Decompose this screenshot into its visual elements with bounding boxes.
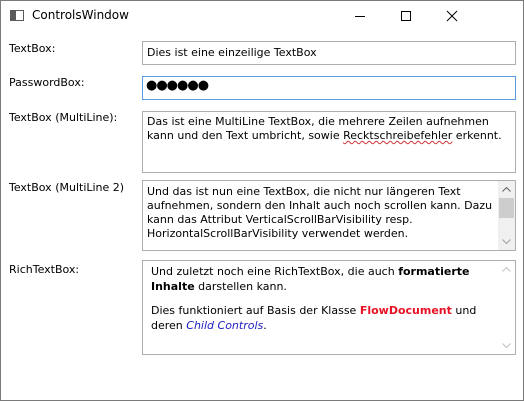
scroll-up-button[interactable] xyxy=(498,181,515,198)
red-bold-text: FlowDocument xyxy=(359,304,452,317)
textbox-label: TextBox: xyxy=(9,42,56,55)
rich-text-4: . xyxy=(263,319,267,332)
chevron-up-icon xyxy=(502,187,511,192)
password-mask: ●●●●●● xyxy=(146,78,209,93)
window-title: ControlsWindow xyxy=(32,8,129,22)
rich-text-end: darstellen kann. xyxy=(194,280,287,293)
minimize-icon xyxy=(355,16,365,17)
multiline-label: TextBox (MultiLine): xyxy=(9,111,118,124)
minimize-button[interactable] xyxy=(337,1,383,31)
italic-link-text: Child Controls xyxy=(186,319,264,332)
rich-paragraph-2: Dies funktioniert auf Basis der Klasse F… xyxy=(143,303,515,333)
title-bar[interactable]: ControlsWindow xyxy=(1,1,523,31)
close-button[interactable] xyxy=(429,1,475,31)
multiline-text-end: erkennt. xyxy=(452,129,502,142)
rich-scroll-down-button[interactable] xyxy=(498,337,515,354)
rich-text-2: Dies funktioniert auf Basis der Klasse xyxy=(151,304,360,317)
controls-window: ControlsWindow TextBox: Dies ist eine ei… xyxy=(0,0,524,401)
maximize-button[interactable] xyxy=(383,1,429,31)
rich-text: Und zuletzt noch eine RichTextBox, die a… xyxy=(151,265,399,278)
multiline2-label: TextBox (MultiLine 2) xyxy=(9,181,125,194)
scroll-thumb[interactable] xyxy=(499,198,514,218)
multiline-textbox[interactable]: Das ist eine MultiLine TextBox, die mehr… xyxy=(142,111,516,173)
passwordbox-label: PasswordBox: xyxy=(9,76,85,89)
rich-scroll-up-button[interactable] xyxy=(498,261,515,278)
richtextbox-label: RichTextBox: xyxy=(9,263,80,276)
window-content: TextBox: Dies ist eine einzeilige TextBo… xyxy=(1,31,523,400)
richtextbox[interactable]: Und zuletzt noch eine RichTextBox, die a… xyxy=(142,260,516,355)
window-icon xyxy=(10,10,24,21)
rich-paragraph-1: Und zuletzt noch eine RichTextBox, die a… xyxy=(143,264,515,294)
maximize-icon xyxy=(401,11,411,21)
scrolling-text: Und das ist nun eine TextBox, die nicht … xyxy=(147,185,493,240)
passwordbox-input[interactable]: ●●●●●● xyxy=(142,76,516,100)
misspelled-word: Recktschreibefehler xyxy=(343,129,453,142)
textbox-input[interactable]: Dies ist eine einzeilige TextBox xyxy=(142,41,516,65)
close-icon xyxy=(446,10,458,22)
scroll-down-button[interactable] xyxy=(498,233,515,250)
chevron-down-icon xyxy=(502,239,511,244)
vertical-scrollbar[interactable] xyxy=(498,181,515,250)
rich-vertical-scrollbar[interactable] xyxy=(498,261,515,354)
chevron-down-icon xyxy=(502,343,511,348)
scrolling-textbox[interactable]: Und das ist nun eine TextBox, die nicht … xyxy=(142,180,516,251)
chevron-up-icon xyxy=(502,267,511,272)
textbox-value: Dies ist eine einzeilige TextBox xyxy=(147,46,317,59)
